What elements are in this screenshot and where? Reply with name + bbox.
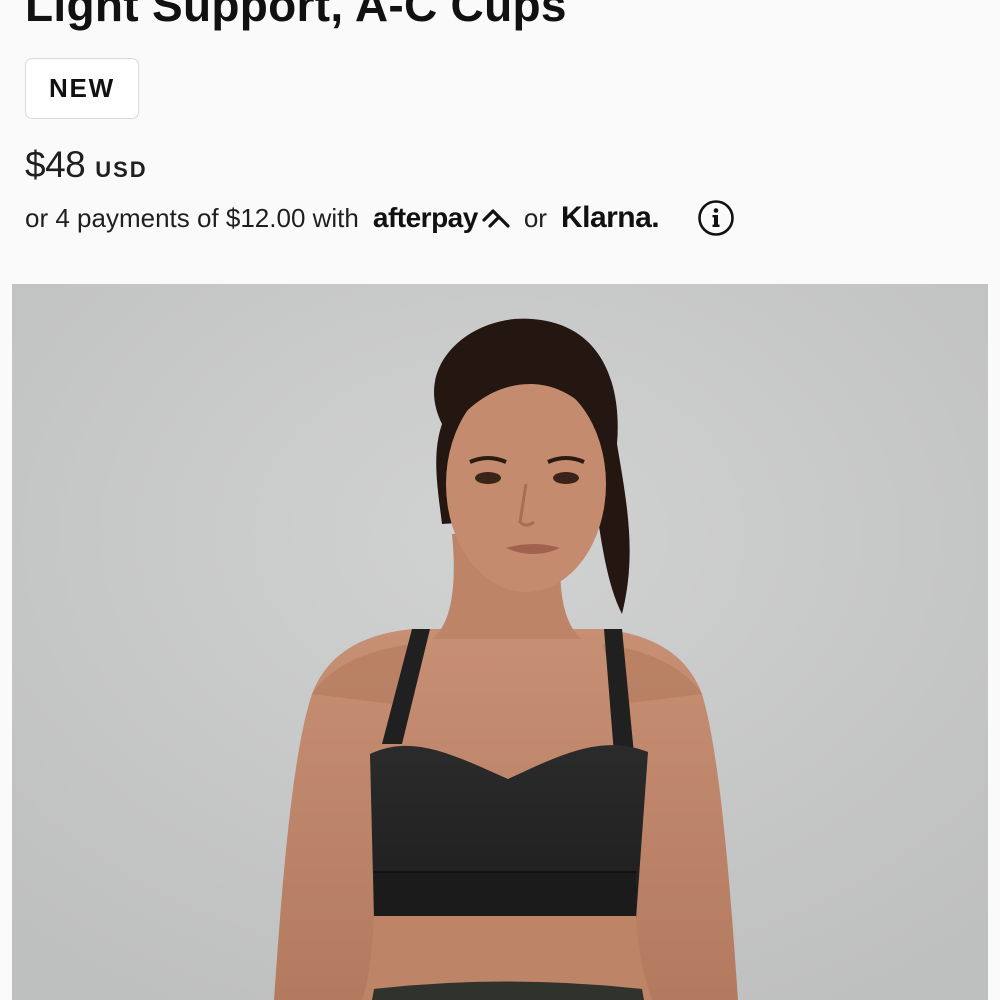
afterpay-logo: afterpay xyxy=(373,202,512,234)
klarna-logo: Klarna. xyxy=(560,201,660,234)
product-photo xyxy=(12,284,988,1000)
product-image[interactable] xyxy=(12,284,988,1000)
price-row: $48 USD xyxy=(25,144,148,186)
info-circle-icon[interactable] xyxy=(697,199,735,237)
price-amount: $48 xyxy=(25,144,86,185)
installment-text: or 4 payments of $12.00 with xyxy=(25,202,359,233)
afterpay-arrows-icon xyxy=(482,209,510,228)
price-currency: USD xyxy=(95,157,148,182)
afterpay-label: afterpay xyxy=(372,202,478,233)
or-separator: or xyxy=(523,202,547,233)
product-title: Light Support, A-C Cups xyxy=(25,0,567,31)
installment-payments-row: or 4 payments of $12.00 with afterpay or… xyxy=(25,198,735,238)
product-detail-page: Light Support, A-C Cups NEW $48 USD or 4… xyxy=(0,0,1000,1000)
new-badge: NEW xyxy=(25,58,139,119)
